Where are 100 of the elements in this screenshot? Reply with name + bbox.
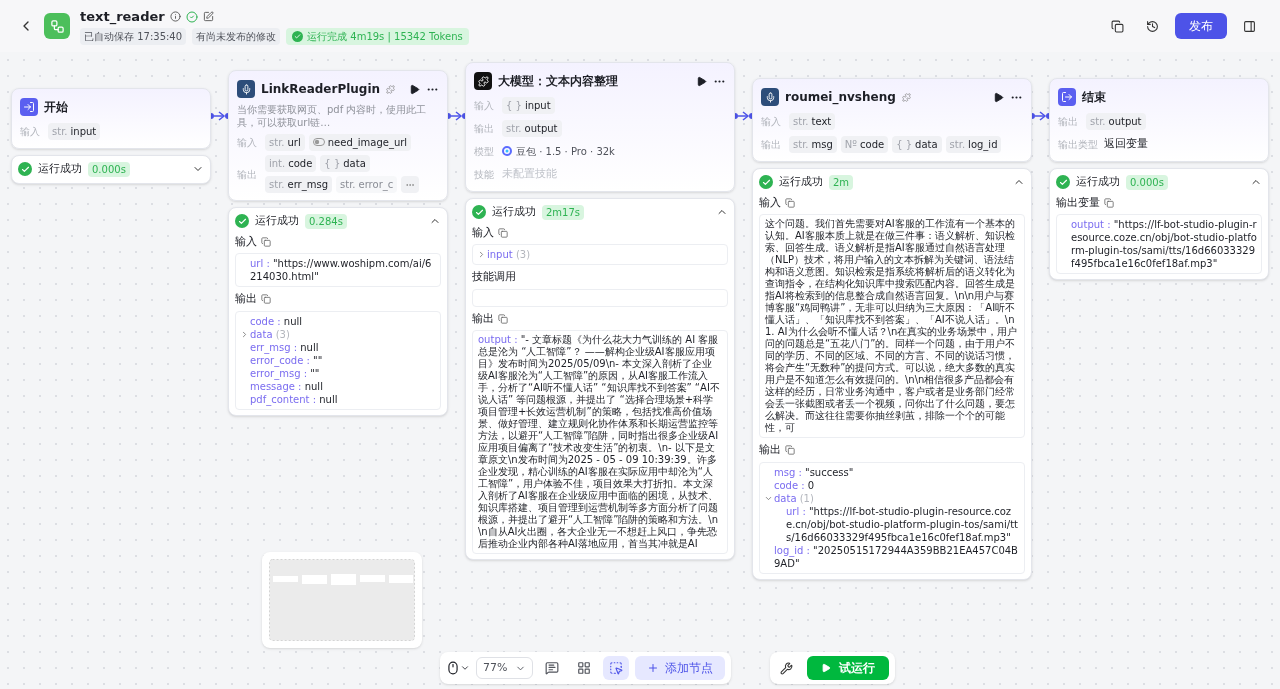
type-tag: str. log_id (945, 135, 1002, 153)
param-label: 输出 (237, 167, 258, 182)
section-title: 输出变量 (1056, 194, 1100, 211)
node-title: roumei_nvsheng (785, 89, 896, 106)
key-value-text: log_id : "20250515172944A359BB21EA457C04B9AD" (774, 543, 1019, 570)
key-value-text: pdf_content : null (250, 392, 338, 406)
add-node-button[interactable]: 添加节点 (635, 656, 726, 680)
param-label: 输出 (1058, 114, 1079, 129)
type-tag: str. error_c (336, 176, 398, 193)
key-value-text: output : "https://lf-bot-studio-plugin-resource.coze.cn/obj/bot-studio-platform-plugin-tos/sami/tts/16d66033329f495fbca1e16c0fef18af.mp3" (1071, 218, 1257, 270)
caret-icon[interactable] (477, 250, 486, 259)
model-name: 豆包 · 1.5 · Pro · 32k (516, 144, 615, 159)
panel-icon[interactable] (1243, 19, 1256, 33)
section-title: 输入 (235, 233, 257, 250)
param-label: 技能 (474, 167, 495, 182)
param-label: 输入 (474, 98, 495, 113)
section-title: 输出 (759, 442, 781, 458)
check-icon (185, 10, 198, 23)
edit-icon[interactable] (202, 11, 214, 22)
node-card[interactable]: 开始 输入 str. input (11, 88, 211, 149)
duration-badge: 0.284s (305, 213, 347, 229)
plugin-icon (237, 80, 255, 98)
success-icon (235, 214, 249, 229)
type-tag: str. err_msg (265, 176, 332, 193)
run-status: 运行成功 (38, 161, 82, 177)
param-label: 输入 (20, 124, 41, 139)
key-value-text: error_code : "" (250, 354, 323, 367)
type-tag: str. url (265, 133, 305, 151)
type-tag: str. text (789, 112, 836, 130)
success-icon (759, 175, 773, 190)
copy-icon[interactable] (261, 236, 271, 247)
minimap-icon (609, 661, 624, 675)
app-title: text_reader (80, 7, 165, 27)
run-complete-badge: 运行完成 4m19s | 15342 Tokens (286, 28, 469, 46)
node-card[interactable]: roumei_nvsheng 输入 str. text 输出 str. msg Nº code { } data str. log_id (752, 78, 1032, 162)
section-title: 技能调用 (472, 269, 516, 285)
result-text: output : "- 文章标题《为什么花大力气训练的 AI 客服总是沦为 “人工智障”？ ——解构企业级AI客服应用项目》发布时间为2025/05/09\n- 本文深入剖析了企业级AI客服沦为“人工智障”的原因，从AI客服工作流入手，分析了“AI听不懂人话” “知识库找不到答案” “AI不说人话” 等问题根源，并提出了 “选择合理场景+科学项目管理+长效运营机制”的策略，包括找准高价值场景、做好管理、建立规则化协作体系和长期运营监控等方法，以避开“人工智障”陷阱，同时指出很多企业级AI应用项目偏离了“技术改变生活”的初衷。\n- 以下是文章原文\n发布时间为2025 - 05 - 09 10:39:39。许多企业发现，精心训练的AI客服在实际应用中却沦为“人工智障”，用户体验不佳，项目效果大打折扣。本文深入剖析了AI客服在企业级应用中面临的困境，从技术、知识库搭建、项目管理到运营机制等多方面分析了问题根源，并提出了避开“人工智障”陷阱的策略和方法。\n\n自从AI火出圈，各大企业无一不想赶上风口，争先恐后推动企业内部各种AI落地应用，首当其冲就是AI (472, 330, 728, 554)
plugin-icon (761, 88, 779, 106)
section-title: 输出 (235, 291, 257, 307)
app-icon (44, 13, 70, 39)
node-card[interactable]: LinkReaderPlugin 当你需要获取网页、pdf 内容时，使用此工具，可以获取url链… 输入 str. url need_image_url 输出 int. code { } data str. err_msg str. error_c (228, 70, 448, 201)
publish-button[interactable]: 发布 (1175, 13, 1227, 39)
param-label: 输出 (761, 137, 782, 152)
section-title: 输入 (759, 194, 781, 211)
run-status: 运行成功 (492, 204, 536, 220)
copy-icon[interactable] (498, 227, 508, 238)
param-label: 输入 (237, 135, 258, 150)
copy-icon[interactable] (785, 445, 795, 456)
run-icon[interactable] (409, 83, 420, 95)
section-title: 输出 (472, 310, 494, 327)
minimap-tool-button[interactable] (603, 656, 630, 680)
key-value-text: data (1) (774, 491, 814, 505)
duplicate-icon[interactable] (1111, 19, 1124, 33)
param-label: 输入 (761, 114, 782, 129)
type-tag: Nº code (840, 135, 889, 153)
type-tag: str. output (1086, 112, 1146, 130)
start-icon (20, 98, 38, 116)
key-value-text: msg : "success" (774, 465, 854, 479)
copy-icon[interactable] (498, 313, 508, 324)
wrench-icon[interactable] (780, 661, 793, 675)
caret-icon[interactable] (240, 329, 249, 339)
toggle-icon (312, 138, 325, 146)
key-value-text: input (3) (487, 248, 531, 261)
end-icon (1058, 88, 1076, 106)
history-icon[interactable] (1146, 19, 1159, 33)
mouse-icon[interactable] (446, 661, 460, 675)
param-label: 模型 (474, 144, 495, 159)
type-tag: { } data (320, 155, 370, 172)
type-tag: { } input (502, 96, 555, 114)
type-tag: str. input (48, 122, 101, 140)
zoom-select[interactable]: 77% (476, 657, 534, 679)
key-value-text: url : "https://lf-bot-studio-plugin-resource.coze.cn/obj/bot-studio-platform-plugin-tos/sami/tts/16d66033329f495fbca1e16c0fef18af.mp3" (786, 504, 1019, 544)
type-tag: int. code (265, 155, 317, 172)
unpublished-badge: 有尚未发布的修改 (192, 28, 281, 46)
type-tag: str. output (502, 119, 562, 137)
duration-badge: 0.000s (1126, 174, 1168, 190)
info-icon[interactable] (169, 11, 181, 22)
model-logo-icon (502, 146, 512, 156)
copy-icon[interactable] (1104, 197, 1114, 208)
node-description: 当你需要获取网页、pdf 内容时，使用此工具，可以获取url链… (237, 103, 428, 129)
chevron-down-icon[interactable] (460, 663, 470, 673)
node-title: LinkReaderPlugin (261, 81, 381, 98)
param-value: 返回变量 (1104, 135, 1148, 152)
model-icon (474, 72, 492, 90)
tag-text: need_image_url (327, 135, 408, 150)
key-value-text: err_msg : null (250, 340, 319, 354)
run-status: 运行成功 (255, 213, 299, 229)
duration-badge: 2m17s (542, 204, 585, 220)
plus-icon (647, 662, 660, 674)
type-tag: { } data (892, 135, 942, 153)
copy-icon[interactable] (261, 294, 271, 305)
section-title: 输入 (472, 224, 494, 241)
run-icon[interactable] (696, 75, 707, 87)
key-value-text: error_msg : "" (250, 367, 320, 380)
node-card[interactable]: 结束 输出 str. output 输出类型 返回变量 (1049, 78, 1269, 162)
success-icon (472, 205, 486, 220)
duration-badge: 0.000s (88, 161, 130, 177)
run-icon[interactable] (993, 91, 1004, 103)
play-icon (821, 663, 831, 673)
copy-icon[interactable] (785, 197, 795, 208)
